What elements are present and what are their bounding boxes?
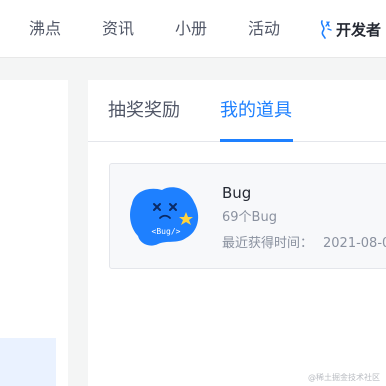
site-watermark: @稀土掘金技术社区	[308, 373, 380, 382]
last-obtained-label: 最近获得时间：	[222, 236, 314, 251]
nav-item-pins[interactable]: 沸点	[29, 19, 61, 39]
bug-mascot-icon: <Bug/>	[130, 187, 199, 246]
nav-item-news[interactable]: 资讯	[102, 19, 134, 39]
active-tab-indicator	[220, 139, 293, 142]
creator-center-link[interactable]: 开发者	[318, 18, 381, 40]
item-count: 69个Bug	[222, 210, 277, 225]
nav-item-events[interactable]: 活动	[248, 19, 280, 39]
tab-lottery-rewards[interactable]: 抽奖奖励	[108, 99, 180, 123]
bug-mascot-label: <Bug/>	[152, 227, 181, 236]
item-last-obtained: 最近获得时间： 2021-08-0	[222, 235, 386, 253]
panel-tabs: 抽奖奖励 我的道具	[88, 80, 386, 142]
top-navigation: 沸点 资讯 小册 活动 开发者	[0, 0, 386, 58]
props-panel: 抽奖奖励 我的道具 <Bug/> Bug 69个Bug 最近获得时间： 2021-…	[88, 80, 386, 386]
item-card-bug[interactable]: <Bug/> Bug 69个Bug 最近获得时间： 2021-08-0	[109, 163, 386, 269]
nav-item-books[interactable]: 小册	[175, 19, 207, 39]
creator-logo-icon	[320, 20, 332, 39]
tab-my-items[interactable]: 我的道具	[220, 99, 292, 123]
last-obtained-value: 2021-08-0	[323, 236, 386, 251]
creator-label: 开发者	[336, 20, 382, 39]
item-title: Bug	[222, 184, 252, 202]
left-sidebar-active-item[interactable]	[0, 338, 56, 386]
